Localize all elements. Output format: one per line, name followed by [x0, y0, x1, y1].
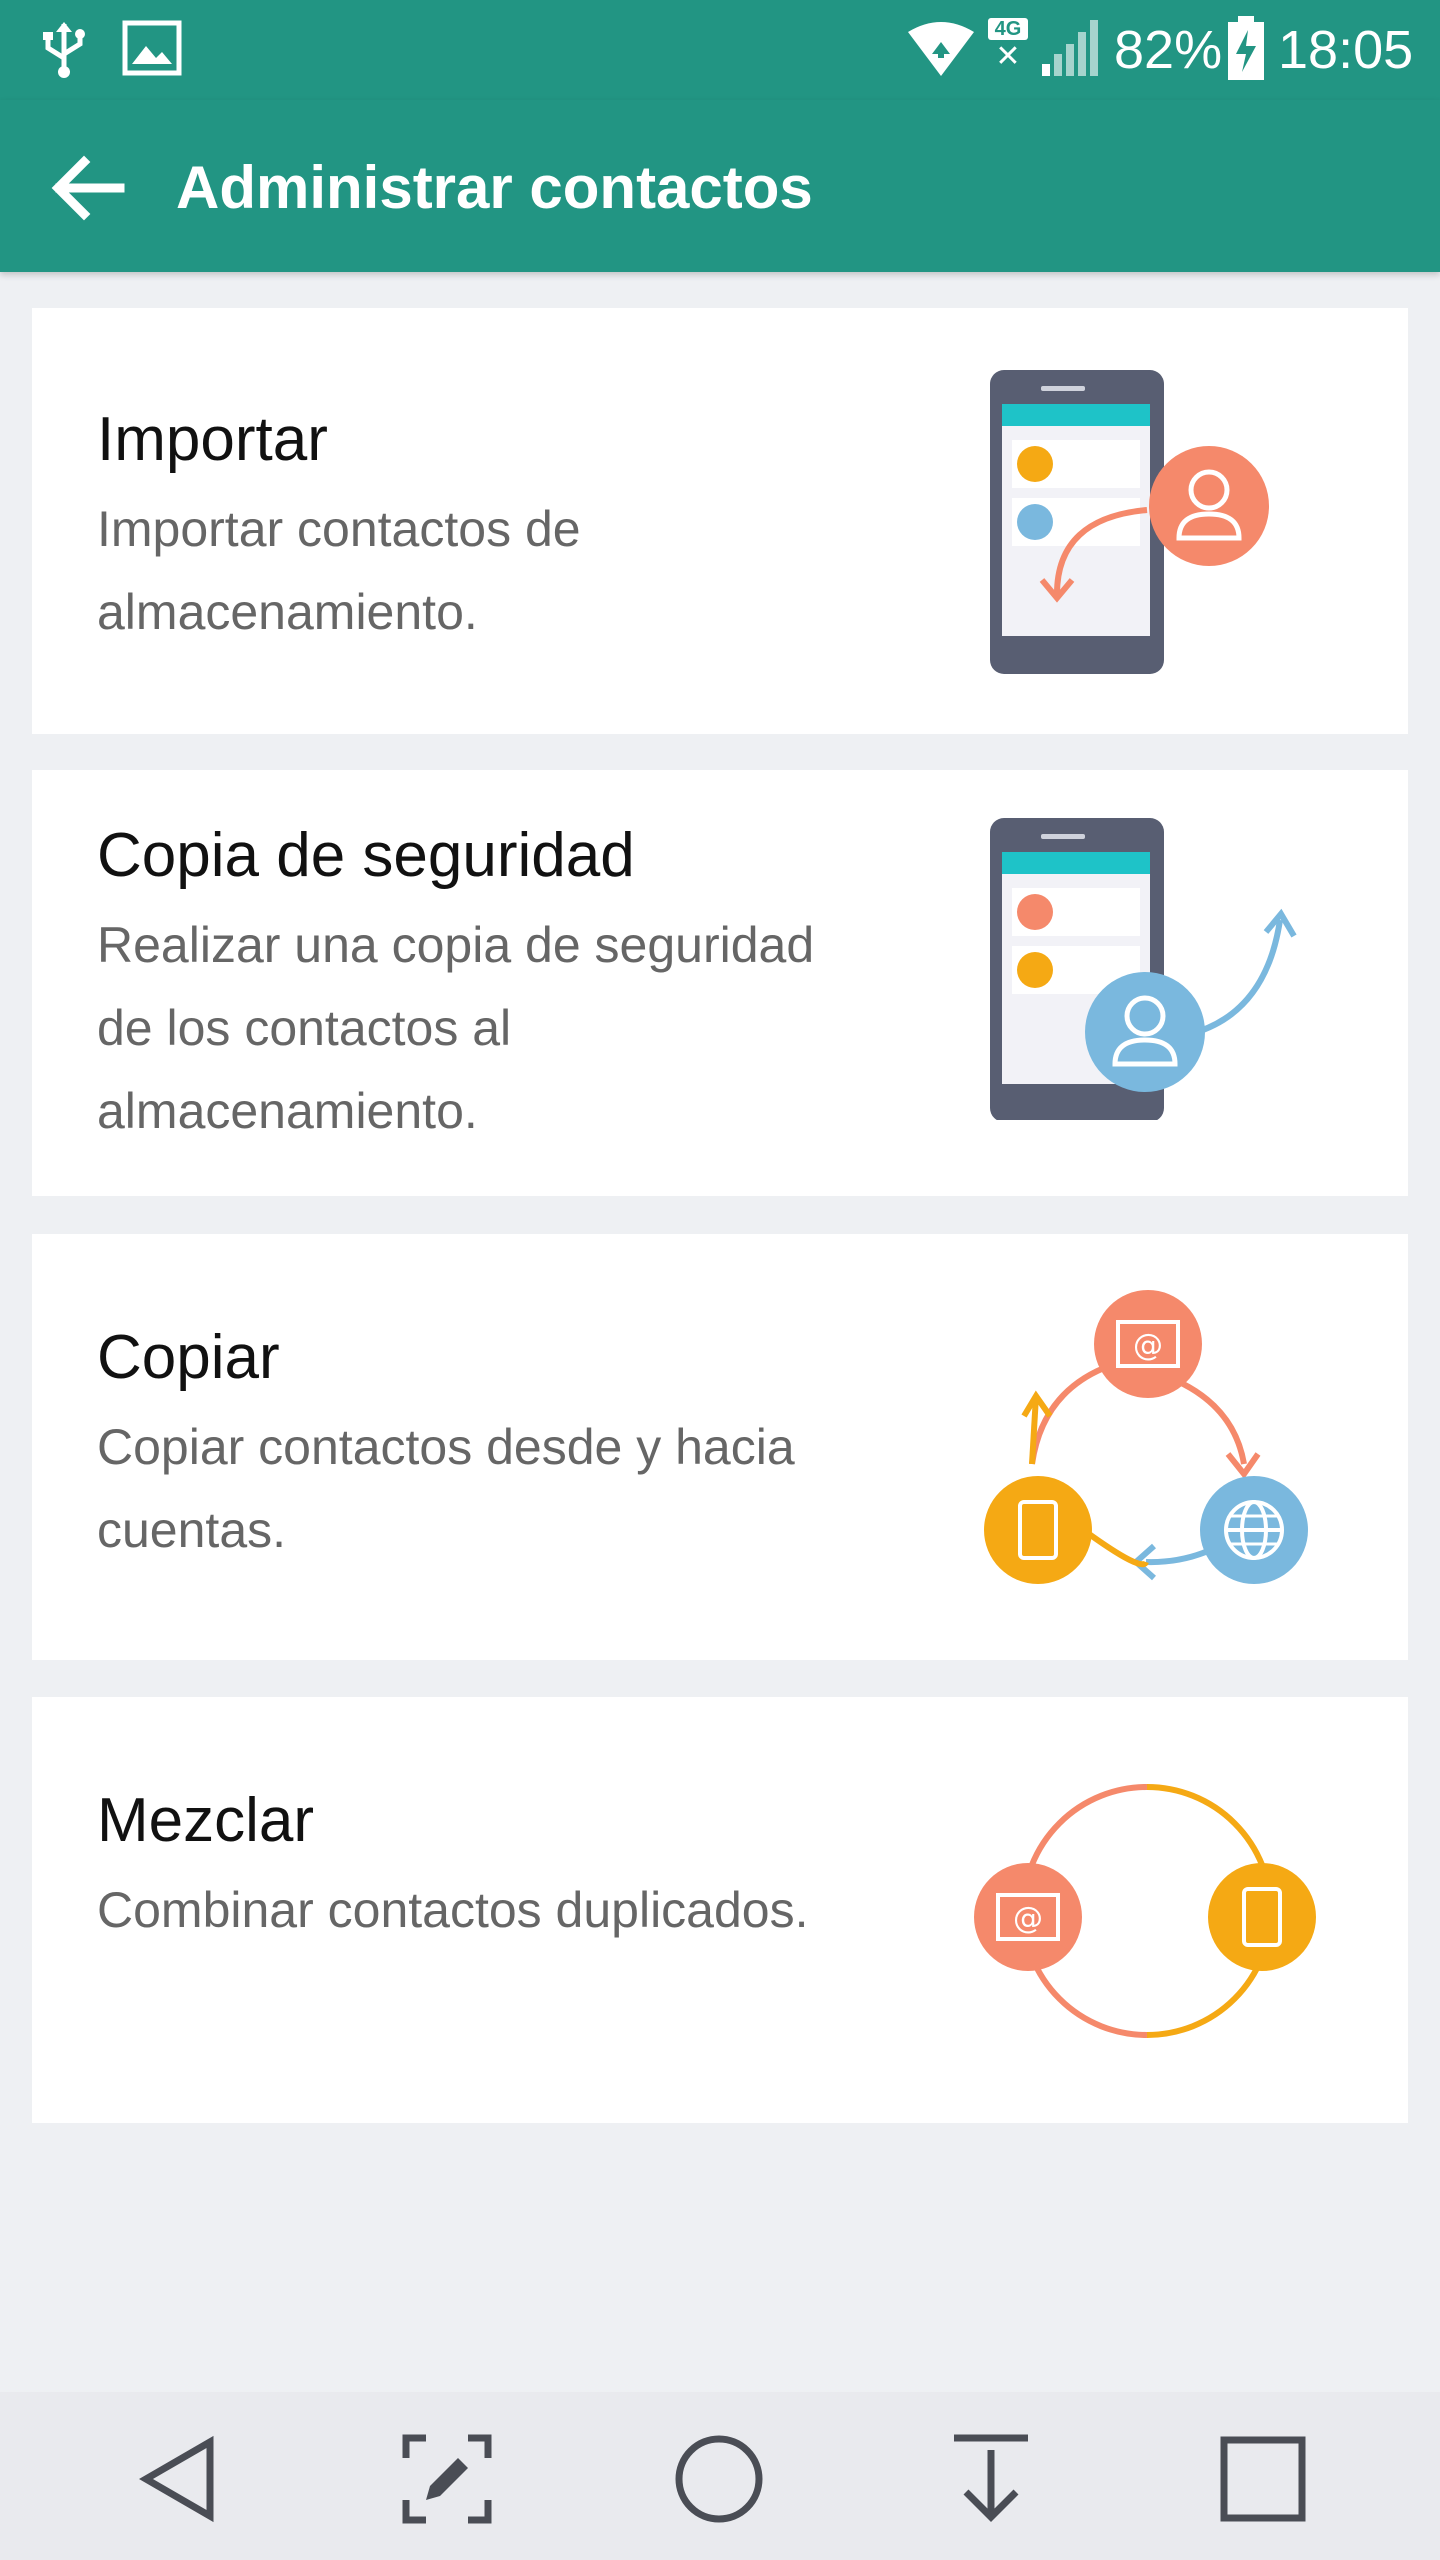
arrow-back-icon: [51, 155, 125, 221]
merge-contacts-illustration: @: [974, 1784, 1316, 2038]
nav-back-button[interactable]: [124, 2424, 234, 2534]
wifi-icon: [908, 22, 974, 76]
card-title: Copiar: [97, 1323, 280, 1392]
card-title: Mezclar: [97, 1786, 315, 1855]
nav-capture-button[interactable]: [392, 2424, 502, 2534]
app-bar: Administrar contactos: [0, 100, 1440, 272]
copy-contacts-illustration: @: [984, 1290, 1308, 1584]
card-description: Importar contactos de almacenamiento.: [97, 501, 581, 640]
page-title: Administrar contactos: [176, 154, 813, 221]
home-icon: [675, 2435, 763, 2523]
capture-edit-icon: [402, 2434, 492, 2524]
copy-card[interactable]: Copiar Copiar contactos desde y hacia cu…: [32, 1234, 1408, 1660]
nav-notifications-button[interactable]: [936, 2424, 1046, 2534]
svg-text:@: @: [1133, 1328, 1163, 1363]
card-title: Copia de seguridad: [97, 821, 635, 890]
back-icon: [139, 2435, 214, 2523]
navigation-bar: [0, 2392, 1440, 2560]
status-bar: 4G ✕ 82% 18:05: [0, 0, 1440, 100]
battery-charging-icon: [1228, 16, 1264, 80]
network-type-label: 4G: [988, 18, 1028, 40]
merge-card[interactable]: Mezclar Combinar contactos duplicados. @: [32, 1697, 1408, 2123]
clock: 18:05: [1278, 20, 1414, 80]
svg-text:@: @: [1013, 1901, 1043, 1936]
backup-contacts-illustration: [990, 818, 1297, 1120]
card-description: Realizar una copia de seguridad de los c…: [97, 917, 815, 1139]
import-contacts-illustration: [990, 370, 1269, 674]
nav-recents-button[interactable]: [1208, 2424, 1318, 2534]
card-description: Combinar contactos duplicados.: [97, 1882, 809, 1938]
mobile-data-icon: 4G ✕: [988, 18, 1028, 78]
signal-icon: [1042, 20, 1098, 76]
usb-icon: [43, 22, 85, 78]
card-title: Importar: [97, 405, 328, 474]
notification-pull-icon: [954, 2434, 1028, 2522]
backup-card[interactable]: Copia de seguridad Realizar una copia de…: [32, 770, 1408, 1196]
nav-home-button[interactable]: [664, 2424, 774, 2534]
card-description: Copiar contactos desde y hacia cuentas.: [97, 1419, 795, 1558]
recents-icon: [1220, 2436, 1306, 2522]
image-icon: [122, 20, 182, 76]
import-card[interactable]: Importar Importar contactos de almacenam…: [32, 308, 1408, 734]
back-button[interactable]: [40, 138, 140, 238]
battery-percent: 82%: [1114, 20, 1223, 80]
